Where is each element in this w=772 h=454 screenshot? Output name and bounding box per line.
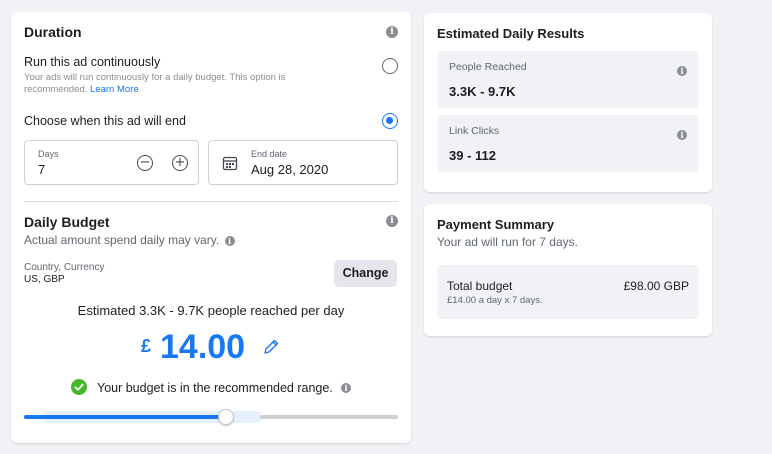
people-reached-info-icon[interactable]: i bbox=[677, 66, 687, 76]
run-continuously-label: Run this ad continuously bbox=[24, 55, 161, 69]
run-continuously-description: Your ads will run continuously for a dai… bbox=[24, 72, 344, 96]
slider-thumb[interactable] bbox=[218, 409, 234, 425]
budget-info-icon[interactable]: i bbox=[386, 215, 398, 227]
change-button[interactable]: Change bbox=[334, 260, 397, 287]
minus-circle-icon[interactable]: − bbox=[137, 155, 153, 171]
daily-budget-title: Daily Budget bbox=[24, 214, 110, 230]
link-clicks-info-icon[interactable]: i bbox=[677, 130, 687, 140]
country-currency-label: Country, Currency bbox=[24, 262, 105, 273]
people-reached-value: 3.3K - 9.7K bbox=[449, 84, 516, 99]
slider-fill bbox=[24, 415, 226, 419]
check-circle-icon bbox=[71, 379, 87, 400]
recommendation-info-icon[interactable]: i bbox=[341, 383, 351, 393]
budget-amount[interactable]: 14.00 bbox=[160, 328, 245, 367]
end-date-label: End date bbox=[251, 149, 288, 159]
link-clicks-box: Link Clicks i 39 - 112 bbox=[437, 115, 699, 172]
reach-estimate: Estimated 3.3K - 9.7K people reached per… bbox=[77, 303, 345, 318]
days-value[interactable]: 7 bbox=[38, 162, 45, 177]
payment-summary-card: Payment Summary Your ad will run for 7 d… bbox=[424, 204, 712, 336]
days-label: Days bbox=[38, 149, 59, 159]
currency-symbol: £ bbox=[141, 336, 152, 356]
duration-title: Duration bbox=[24, 24, 82, 40]
section-divider bbox=[24, 201, 398, 202]
link-clicks-value: 39 - 112 bbox=[449, 148, 496, 163]
people-reached-box: People Reached i 3.3K - 9.7K bbox=[437, 51, 699, 108]
description-text: Your ads will run continuously for a dai… bbox=[24, 72, 286, 95]
end-date-value[interactable]: Aug 28, 2020 bbox=[251, 162, 328, 177]
country-currency-value: US, GBP bbox=[24, 274, 65, 285]
run-continuously-radio[interactable] bbox=[382, 58, 398, 74]
choose-end-radio[interactable] bbox=[382, 113, 398, 129]
end-date-field[interactable]: End date Aug 28, 2020 bbox=[208, 140, 398, 185]
plus-circle-icon[interactable]: + bbox=[172, 155, 188, 171]
budget-subtitle-row: Actual amount spend daily may vary. i bbox=[24, 233, 235, 247]
payment-subtitle: Your ad will run for 7 days. bbox=[437, 235, 578, 249]
duration-budget-card: Duration i Run this ad continuously Your… bbox=[11, 12, 411, 443]
payment-title: Payment Summary bbox=[437, 217, 555, 232]
days-field[interactable]: Days 7 − + bbox=[24, 140, 199, 185]
calendar-icon bbox=[222, 155, 238, 176]
estimated-results-card: Estimated Daily Results People Reached i… bbox=[424, 13, 712, 192]
link-clicks-label: Link Clicks bbox=[449, 125, 500, 137]
results-title: Estimated Daily Results bbox=[437, 26, 585, 41]
choose-end-label: Choose when this ad will end bbox=[24, 114, 186, 128]
duration-info-icon[interactable]: i bbox=[386, 26, 398, 38]
budget-subtitle: Actual amount spend daily may vary. bbox=[24, 233, 220, 247]
recommendation-text: Your budget is in the recommended range. bbox=[97, 381, 333, 395]
spend-info-icon[interactable]: i bbox=[224, 236, 235, 246]
budget-slider[interactable] bbox=[24, 407, 398, 427]
people-reached-label: People Reached bbox=[449, 61, 527, 73]
total-budget-label: Total budget bbox=[447, 279, 513, 293]
total-budget-value: £98.00 GBP bbox=[623, 279, 689, 293]
pencil-icon[interactable] bbox=[262, 338, 280, 361]
learn-more-link[interactable]: Learn More bbox=[90, 84, 139, 95]
total-budget-box: Total budget £98.00 GBP £14.00 a day x 7… bbox=[437, 265, 699, 319]
budget-breakdown: £14.00 a day x 7 days. bbox=[447, 295, 543, 306]
